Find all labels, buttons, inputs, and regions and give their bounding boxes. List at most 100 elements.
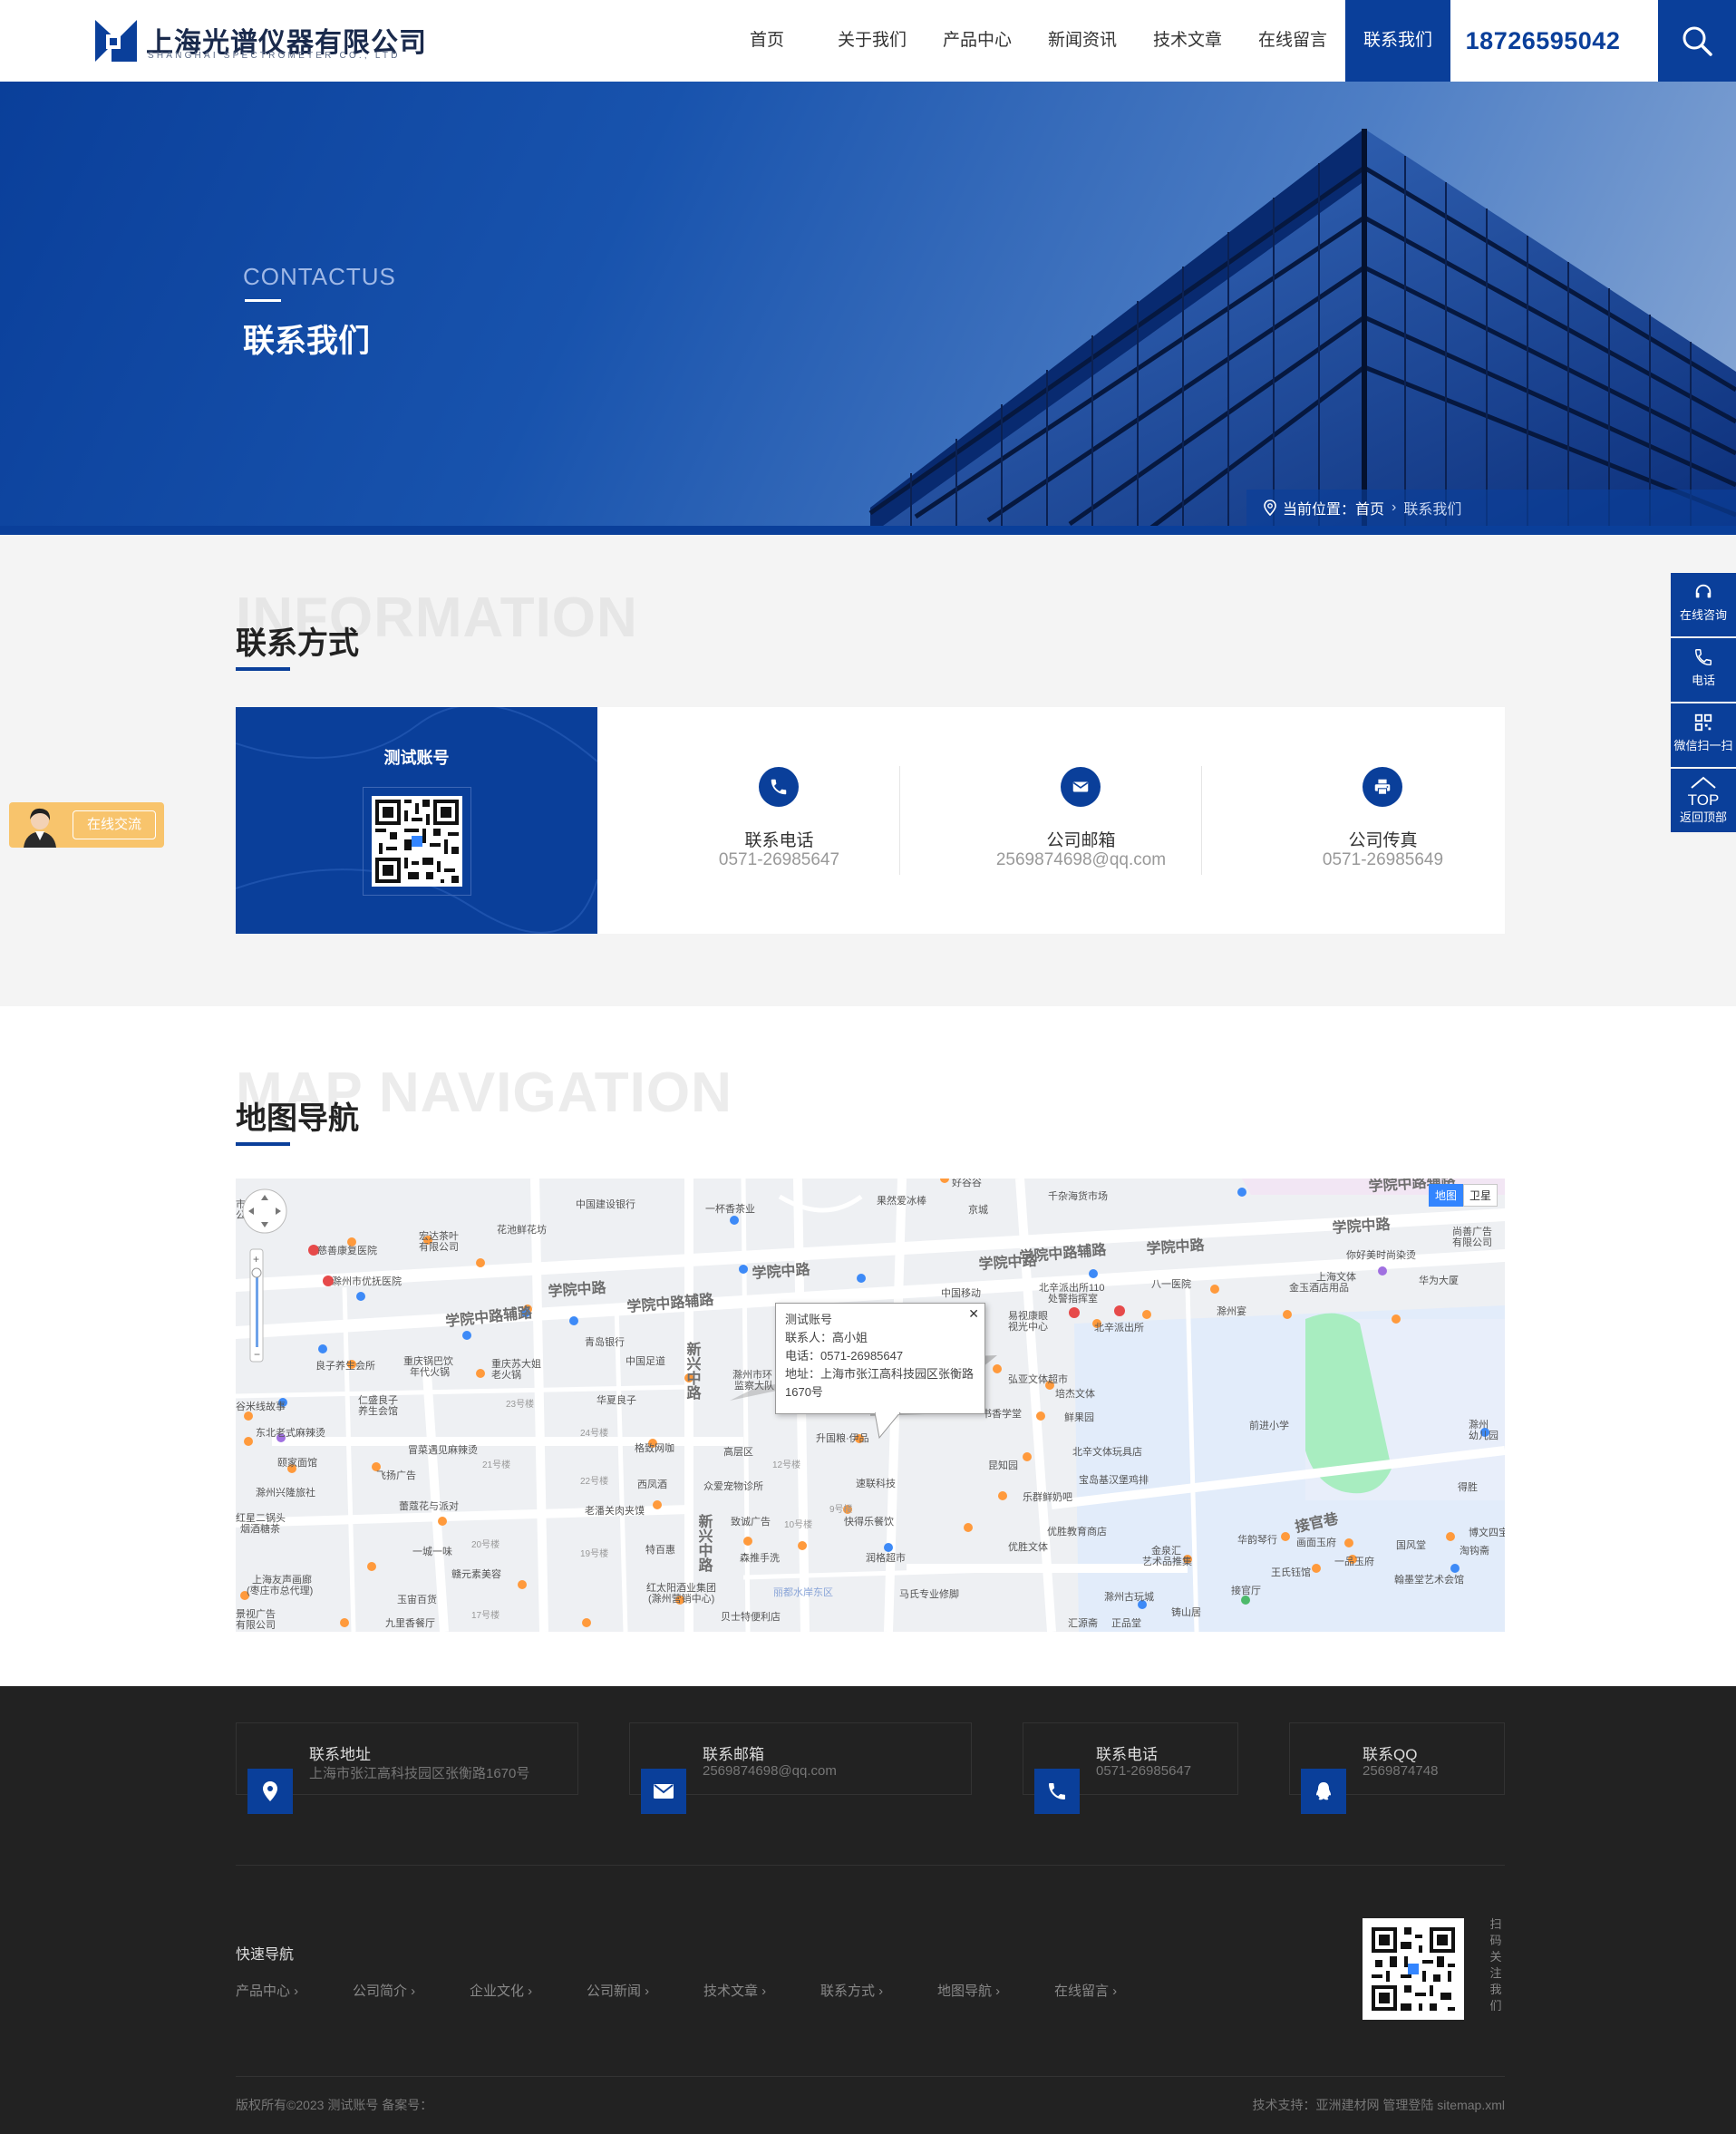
search-button[interactable] — [1658, 0, 1736, 82]
svg-text:宏达茶叶: 宏达茶叶 — [419, 1229, 459, 1242]
svg-text:22号楼: 22号楼 — [580, 1475, 608, 1487]
info-fax-value: 0571-26985649 — [1322, 850, 1444, 869]
svg-text:冒菜遇见麻辣烫: 冒菜遇见麻辣烫 — [408, 1443, 478, 1456]
svg-text:书香学堂: 书香学堂 — [982, 1407, 1022, 1420]
quick-nav-item[interactable]: 公司简介 › — [353, 1981, 470, 2000]
quick-nav-title: 快速导航 — [236, 1947, 295, 1963]
svg-text:华韵琴行: 华韵琴行 — [1237, 1533, 1277, 1546]
online-chat-widget[interactable]: 在线交流 — [9, 802, 164, 848]
svg-text:千杂海货市场: 千杂海货市场 — [1048, 1189, 1108, 1202]
qrcode-icon — [1694, 713, 1712, 732]
quick-nav-item[interactable]: 产品中心 › — [236, 1981, 353, 2000]
svg-text:一杯香茶业: 一杯香茶业 — [705, 1202, 755, 1215]
nav-news[interactable]: 新闻资讯 — [1030, 0, 1135, 82]
arrow-up-icon — [1691, 776, 1716, 789]
breadcrumb-current: 联系我们 — [1403, 502, 1462, 518]
svg-text:(滁州营销中心): (滁州营销中心) — [648, 1592, 714, 1605]
quick-nav-item[interactable]: 联系方式 › — [820, 1981, 937, 2000]
svg-text:12号楼: 12号楼 — [772, 1459, 800, 1470]
svg-text:一品玉府: 一品玉府 — [1334, 1555, 1374, 1567]
phone-icon — [759, 767, 799, 807]
svg-text:升国粮·伊品: 升国粮·伊品 — [816, 1431, 869, 1444]
map-popup-pointer — [875, 1412, 901, 1440]
info-email: 公司邮箱 2569874698@qq.com — [930, 707, 1232, 934]
svg-text:画面玉府: 画面玉府 — [1296, 1536, 1336, 1548]
side-back-to-top[interactable]: TOP 返回顶部 — [1671, 769, 1736, 832]
qr-title: 测试账号 — [383, 749, 450, 767]
quick-nav-item[interactable]: 地图导航 › — [937, 1981, 1054, 2000]
svg-text:得胜: 得胜 — [1458, 1480, 1478, 1493]
nav-articles[interactable]: 技术文章 — [1135, 0, 1240, 82]
map-type-satellite[interactable]: 卫星 — [1462, 1184, 1498, 1207]
svg-text:24号楼: 24号楼 — [580, 1427, 608, 1439]
nav-home[interactable]: 首页 — [714, 0, 820, 82]
side-online-consult-label: 在线咨询 — [1679, 608, 1727, 622]
footer-email-value: 2569874698@qq.com — [703, 1763, 837, 1779]
quick-nav-item[interactable]: 企业文化 › — [470, 1981, 587, 2000]
quick-nav-item[interactable]: 技术文章 › — [703, 1981, 820, 2000]
side-back-to-top-label: 返回顶部 — [1679, 810, 1727, 824]
qr-code-image — [1368, 1924, 1459, 2014]
svg-text:滁州古玩城: 滁州古玩城 — [1104, 1590, 1154, 1603]
logo-mark-icon — [95, 20, 137, 62]
svg-text:20号楼: 20号楼 — [471, 1538, 499, 1550]
svg-text:优胜文体: 优胜文体 — [1008, 1540, 1048, 1553]
svg-text:宝岛基汉堡鸡排: 宝岛基汉堡鸡排 — [1079, 1473, 1149, 1486]
footer-qq: 联系QQ 2569874748 — [1289, 1722, 1505, 1814]
svg-text:润格超市: 润格超市 — [866, 1551, 906, 1564]
svg-text:九里香餐厅: 九里香餐厅 — [385, 1616, 435, 1629]
fax-icon — [1363, 767, 1402, 807]
svg-text:翰墨堂艺术会馆: 翰墨堂艺术会馆 — [1394, 1573, 1464, 1586]
svg-text:淘钩斋: 淘钩斋 — [1460, 1544, 1489, 1557]
nav-message[interactable]: 在线留言 — [1240, 0, 1345, 82]
svg-text:滁州兴隆旅社: 滁州兴隆旅社 — [256, 1486, 315, 1499]
svg-text:优胜教育商店: 优胜教育商店 — [1047, 1525, 1107, 1537]
section-title: 地图导航 — [236, 1101, 359, 1136]
info-phone-label: 联系电话 — [744, 831, 814, 850]
footer-qr-caption: 扫码关注我们 — [1489, 1917, 1502, 2013]
breadcrumb-home[interactable]: 首页 — [1355, 497, 1384, 519]
side-top-text: TOP — [1687, 791, 1720, 809]
logo[interactable]: 上海光谱仪器有限公司 SHANGHAI SPECTROMETER CO., LT… — [93, 18, 426, 63]
svg-text:滁州市优抚医院: 滁州市优抚医院 — [332, 1275, 402, 1287]
side-wechat[interactable]: 微信扫一扫 — [1671, 703, 1736, 767]
tech-support-text[interactable]: 技术支持：亚洲建材网 管理登陆 sitemap.xml — [1253, 2096, 1505, 2114]
svg-text:烟酒糖茶: 烟酒糖茶 — [240, 1522, 280, 1535]
svg-text:乐群鲜奶吧: 乐群鲜奶吧 — [1023, 1490, 1072, 1503]
svg-text:一城一味: 一城一味 — [412, 1546, 452, 1557]
svg-text:有限公司: 有限公司 — [1452, 1236, 1492, 1248]
map-pan-zoom-icon[interactable]: + − — [238, 1184, 288, 1365]
map-zoom-control[interactable]: + − — [238, 1184, 288, 1411]
svg-text:果然爱冰棒: 果然爱冰棒 — [877, 1194, 926, 1207]
side-phone[interactable]: 电话 — [1671, 638, 1736, 702]
map-popup-name: 测试账号 — [785, 1313, 833, 1326]
svg-text:赣元素美容: 赣元素美容 — [451, 1567, 501, 1580]
svg-text:新兴中路: 新兴中路 — [696, 1513, 713, 1573]
nav-products[interactable]: 产品中心 — [925, 0, 1030, 82]
nav-about[interactable]: 关于我们 — [820, 0, 925, 82]
quick-nav-item[interactable]: 公司新闻 › — [587, 1981, 703, 2000]
map-type-normal[interactable]: 地图 — [1428, 1184, 1463, 1207]
side-online-consult[interactable]: 在线咨询 — [1671, 573, 1736, 636]
quick-nav-item[interactable]: 在线留言 › — [1054, 1981, 1171, 2000]
svg-text:+: + — [253, 1253, 259, 1266]
svg-text:易视康眼: 易视康眼 — [1008, 1309, 1048, 1322]
phone-icon — [1034, 1769, 1080, 1814]
info-divider — [1201, 766, 1202, 875]
close-icon[interactable]: ✕ — [968, 1305, 979, 1323]
svg-text:丽都水岸东区: 丽都水岸东区 — [773, 1586, 833, 1598]
svg-text:23号楼: 23号楼 — [506, 1398, 534, 1410]
svg-text:年代火锅: 年代火锅 — [410, 1365, 450, 1378]
svg-text:艺术品推集: 艺术品推集 — [1142, 1555, 1192, 1567]
svg-text:青岛银行: 青岛银行 — [585, 1335, 625, 1348]
footer-phone-label: 联系电话 — [1096, 1746, 1158, 1763]
location-icon — [247, 1769, 293, 1814]
svg-text:有限公司: 有限公司 — [236, 1618, 276, 1631]
section-heading: INFORMATION 联系方式 — [236, 586, 689, 685]
svg-text:10号楼: 10号楼 — [784, 1518, 812, 1530]
svg-text:王氏钰馆: 王氏钰馆 — [1271, 1566, 1311, 1578]
footer-qq-label: 联系QQ — [1363, 1746, 1418, 1763]
svg-text:北辛派出所110: 北辛派出所110 — [1039, 1281, 1105, 1294]
svg-text:金泉汇: 金泉汇 — [1151, 1544, 1181, 1557]
baidu-map[interactable]: 学院中路 学院中路 学院中路 学院中路 学院中路 学院中路辅路 学院中路辅路 学… — [236, 1179, 1505, 1632]
